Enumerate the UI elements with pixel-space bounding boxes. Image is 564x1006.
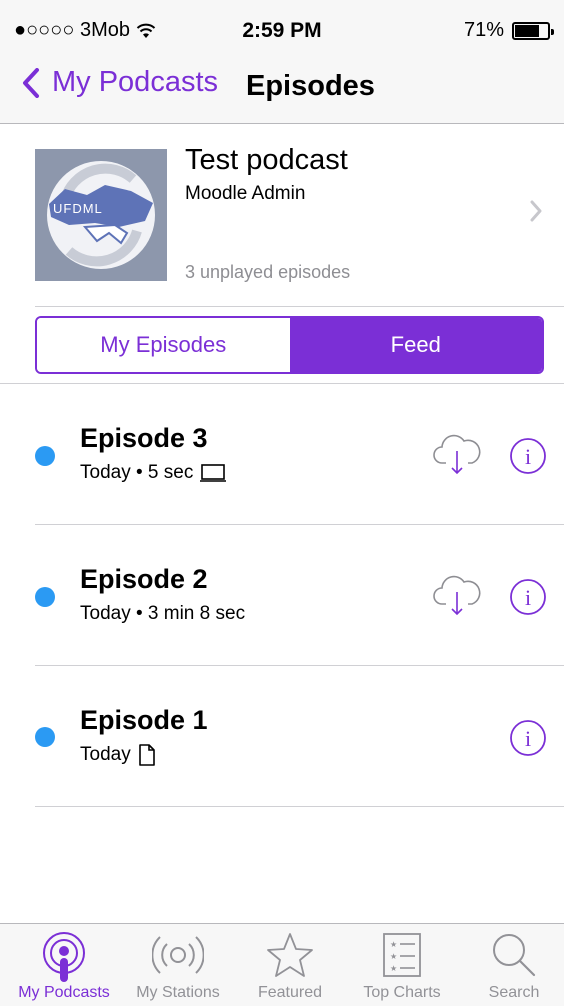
tab-top-charts[interactable]: ★ ★ ★ Top Charts xyxy=(346,924,458,1006)
episode-title: Episode 2 xyxy=(80,564,208,594)
podcast-title: Test podcast xyxy=(185,144,348,176)
episode-date-duration: Today • 3 min 8 sec xyxy=(80,603,246,624)
episode-title: Episode 3 xyxy=(80,423,208,453)
tab-my-podcasts[interactable]: My Podcasts xyxy=(8,924,120,1006)
segment-my-episodes[interactable]: My Episodes xyxy=(37,318,290,372)
star-icon xyxy=(267,933,313,977)
battery-icon xyxy=(512,21,554,40)
svg-text:★: ★ xyxy=(390,964,397,973)
back-button[interactable]: My Podcasts xyxy=(22,66,218,99)
navigation-bar: My Podcasts Episodes xyxy=(0,40,564,124)
svg-text:i: i xyxy=(525,444,531,469)
unplayed-dot xyxy=(35,727,55,747)
chevron-right-icon xyxy=(530,200,542,222)
tab-label: Search xyxy=(488,984,540,1001)
segment-feed[interactable]: Feed xyxy=(289,318,542,372)
battery-percent: 71% xyxy=(463,19,504,41)
tab-my-stations[interactable]: My Stations xyxy=(122,924,234,1006)
unplayed-count: 3 unplayed episodes xyxy=(185,262,351,282)
page-title: Episodes xyxy=(246,70,375,102)
document-icon xyxy=(138,744,155,766)
tab-label: My Stations xyxy=(136,984,220,1001)
episode-meta: Today xyxy=(80,744,157,766)
svg-text:★: ★ xyxy=(390,940,397,949)
video-icon xyxy=(200,464,227,482)
episode-meta: Today • 3 min 8 sec xyxy=(80,603,245,625)
svg-text:★: ★ xyxy=(390,952,397,961)
tab-label: My Podcasts xyxy=(18,984,110,1001)
artwork-text: UFDML xyxy=(53,201,103,216)
search-icon xyxy=(493,934,536,977)
tab-search[interactable]: Search xyxy=(458,924,564,1006)
tab-bar: My Podcasts My Stations Featured ★ ★ ★ T… xyxy=(0,923,564,1006)
divider xyxy=(35,306,564,307)
status-bar: ●○○○○ 3Mob 2:59 PM 71% xyxy=(0,0,564,42)
tab-label: Top Charts xyxy=(363,984,441,1001)
battery-status: 71% xyxy=(463,19,554,42)
episode-title: Episode 1 xyxy=(80,705,208,735)
info-icon[interactable]: i xyxy=(509,719,547,757)
back-label: My Podcasts xyxy=(52,66,218,98)
episode-row[interactable] xyxy=(0,666,564,806)
segmented-control: My Episodes Feed xyxy=(35,316,544,374)
svg-text:i: i xyxy=(525,726,531,751)
row-separator xyxy=(35,806,564,807)
info-icon[interactable]: i xyxy=(509,437,547,475)
podcast-artwork: UFDML xyxy=(35,149,167,281)
unplayed-dot xyxy=(35,446,55,466)
episode-meta: Today • 5 sec xyxy=(80,462,227,484)
info-icon[interactable]: i xyxy=(509,578,547,616)
episode-date-duration: Today • 5 sec xyxy=(80,462,194,483)
tab-featured[interactable]: Featured xyxy=(234,924,346,1006)
cloud-download-icon[interactable] xyxy=(432,572,482,618)
list-icon: ★ ★ ★ xyxy=(383,933,421,977)
svg-text:i: i xyxy=(525,585,531,610)
cloud-download-icon[interactable] xyxy=(432,431,482,477)
chevron-left-icon xyxy=(23,67,39,98)
stations-icon xyxy=(152,936,204,974)
tab-label: Featured xyxy=(257,984,323,1001)
unplayed-dot xyxy=(35,587,55,607)
podcast-author: Moodle Admin xyxy=(185,183,306,204)
podcast-icon xyxy=(43,932,85,982)
episode-date-duration: Today xyxy=(80,744,131,765)
